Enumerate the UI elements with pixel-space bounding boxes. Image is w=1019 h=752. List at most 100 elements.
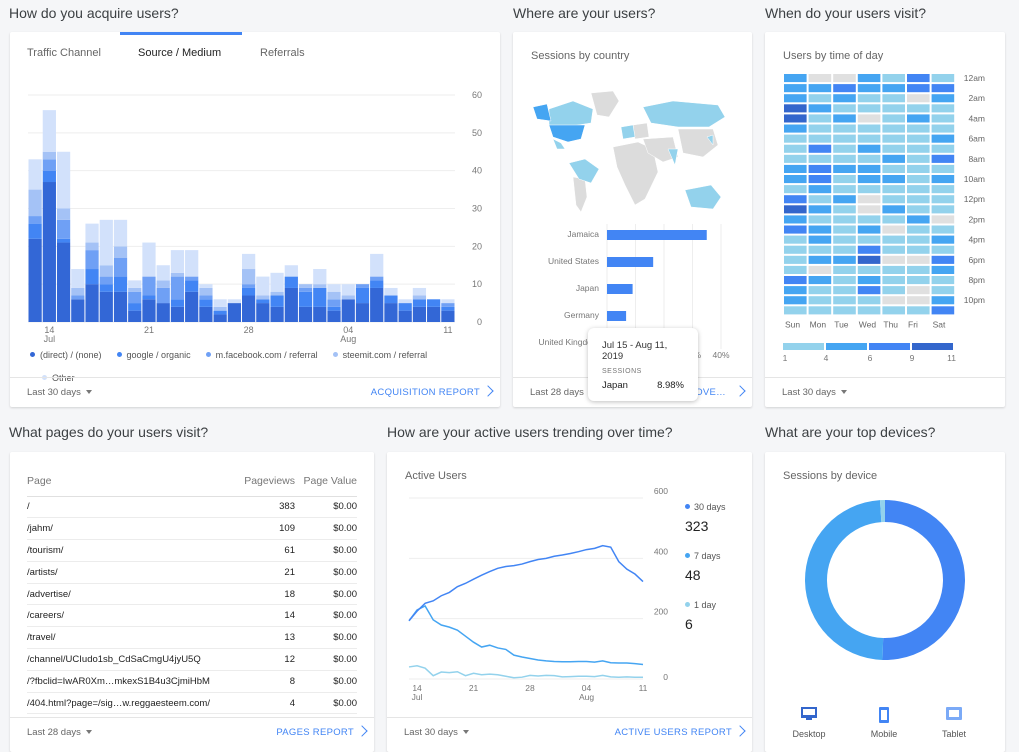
date-range-dropdown[interactable]: Last 30 days <box>27 387 92 398</box>
bar-segment <box>427 306 441 322</box>
day-label: Mon <box>810 319 827 329</box>
heatmap-cell <box>833 225 856 234</box>
bar-segment <box>341 295 355 300</box>
heatmap-cell <box>784 235 807 244</box>
heatmap-cell <box>784 84 807 93</box>
bar-segment <box>185 280 199 292</box>
bar-segment <box>56 208 71 220</box>
table-row[interactable]: /383 $0.00 <box>27 496 357 519</box>
heatmap-cell <box>808 205 832 214</box>
acquisition-report-link[interactable]: ACQUISITION REPORT <box>371 387 480 398</box>
table-row[interactable]: /404.html?page=/sig…w.reggaesteem.com/4 $… <box>27 692 357 715</box>
bar-segment <box>28 189 42 217</box>
table-row[interactable]: /careers/14 $0.00 <box>27 604 357 628</box>
bar-segment <box>213 306 227 311</box>
y-tick-label: 200 <box>654 607 668 617</box>
page-path[interactable]: /jahm/ <box>27 517 237 541</box>
tab-referrals[interactable]: Referrals <box>260 47 305 59</box>
legend-dot <box>685 553 690 558</box>
heatmap-cell <box>907 164 930 173</box>
date-range-dropdown[interactable]: Last 28 days <box>530 387 595 398</box>
hour-label: 8pm <box>968 275 985 285</box>
heatmap-cell <box>882 225 905 234</box>
chevron-right-icon[interactable] <box>734 725 746 737</box>
table-row[interactable]: /?fbclid=IwAR0Xm…mkexS1B4u3CjmiHbM 8 $0.00 <box>27 670 357 693</box>
page-path[interactable]: / <box>27 496 237 519</box>
x-tick-label: 28 <box>525 683 535 693</box>
heatmap-cell <box>857 296 881 305</box>
bar-segment <box>355 284 370 288</box>
heatmap-cell <box>784 144 807 153</box>
chevron-right-icon[interactable] <box>482 385 494 397</box>
y-tick-label: 30 <box>472 204 482 214</box>
heatmap-cell <box>857 124 881 133</box>
bar-segment <box>185 291 199 322</box>
bar-segment <box>99 276 113 285</box>
bar-segment <box>384 287 398 296</box>
bar-segment <box>128 310 142 322</box>
bar-segment <box>313 306 327 322</box>
legend-item: (direct) / (none) <box>30 350 102 373</box>
bar-segment <box>42 170 56 183</box>
scale-swatch <box>912 343 953 350</box>
heatmap-cell <box>784 245 807 254</box>
tooltip-value: 8.98% <box>657 380 684 391</box>
page-path[interactable]: /advertise/ <box>27 583 237 606</box>
chevron-right-icon[interactable] <box>356 725 368 737</box>
map-greenland <box>590 90 620 118</box>
page-path[interactable]: /404.html?page=/sig…w.reggaesteem.com/ <box>27 692 237 715</box>
active-users-footer: Last 30 days ACTIVE USERS REPORT <box>387 717 752 747</box>
date-range-dropdown[interactable]: Last 30 days <box>404 727 469 738</box>
page-path[interactable]: /travel/ <box>27 626 237 650</box>
table-row[interactable]: /artists/21 $0.00 <box>27 561 357 584</box>
bar-segment <box>441 299 455 304</box>
page-value: $0.00 <box>295 648 357 671</box>
pageviews: 61 <box>236 539 295 562</box>
day-label: Fri <box>908 319 918 329</box>
heatmap-cell <box>882 185 905 194</box>
chart-tooltip: Jul 15 - Aug 11, 2019 SESSIONS Japan 8.9… <box>588 328 698 401</box>
chevron-right-icon[interactable] <box>734 385 746 397</box>
scale-swatch <box>869 343 910 350</box>
heatmap-cell <box>784 195 807 204</box>
world-map[interactable] <box>513 87 752 217</box>
series-line <box>408 544 644 622</box>
heatmap-cell <box>833 306 856 315</box>
active-users-report-link[interactable]: ACTIVE USERS REPORT <box>615 727 732 738</box>
page-path[interactable]: /tourism/ <box>27 539 237 562</box>
bar-segment <box>298 287 313 292</box>
bar-segment <box>199 295 213 300</box>
tab-source-medium[interactable]: Source / Medium <box>138 47 221 59</box>
page-path[interactable]: /careers/ <box>27 604 237 628</box>
hour-label: 6pm <box>968 255 985 265</box>
date-range-dropdown[interactable]: Last 30 days <box>782 387 847 398</box>
table-row[interactable]: /channel/UCIudo1sb_CdSaCmgU4jyU5Q 12 $0.00 <box>27 648 357 671</box>
bar-segment <box>128 287 142 292</box>
heatmap-cell <box>931 265 955 274</box>
heatmap-cell <box>907 84 930 93</box>
bar-segment <box>313 269 327 285</box>
bar-segment <box>170 306 185 322</box>
y-tick-label: 0 <box>663 672 668 682</box>
date-range-dropdown[interactable]: Last 28 days <box>27 727 92 738</box>
table-row[interactable]: /advertise/18 $0.00 <box>27 583 357 606</box>
page-value: $0.00 <box>295 496 357 519</box>
table-row[interactable]: /jahm/109 $0.00 <box>27 517 357 541</box>
page-path[interactable]: /channel/UCIudo1sb_CdSaCmgU4jyU5Q <box>27 648 237 671</box>
page-path[interactable]: /artists/ <box>27 561 237 584</box>
pages-report-link[interactable]: PAGES REPORT <box>276 727 354 738</box>
heatmap-cell <box>882 265 905 274</box>
page-path[interactable]: /?fbclid=IwAR0Xm…mkexS1B4u3CjmiHbM <box>27 670 237 693</box>
heatmap-cell <box>784 205 807 214</box>
heatmap-cell <box>857 175 881 184</box>
table-row[interactable]: /tourism/61 $0.00 <box>27 539 357 562</box>
pageviews: 21 <box>236 561 295 584</box>
heatmap-cell <box>808 144 832 153</box>
heatmap-cell <box>833 215 856 224</box>
heatmap-cell <box>808 265 832 274</box>
heatmap-cell <box>808 94 832 103</box>
map-alaska <box>532 103 552 122</box>
heatmap-cell <box>907 104 930 113</box>
table-row[interactable]: /travel/13 $0.00 <box>27 626 357 650</box>
tab-traffic-channel[interactable]: Traffic Channel <box>27 47 101 59</box>
